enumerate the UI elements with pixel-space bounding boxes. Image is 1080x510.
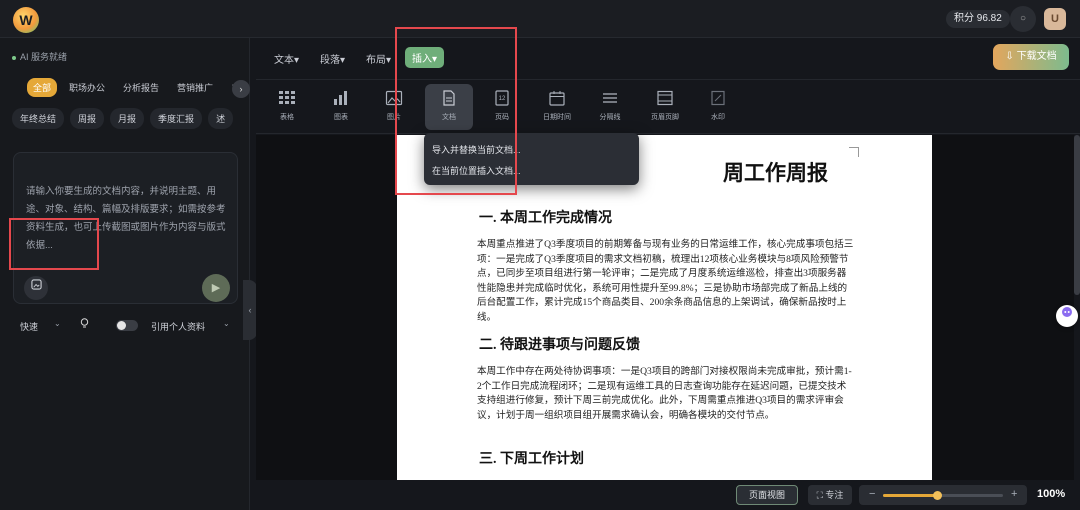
ai-status-label: AI 服务就绪 [20,52,68,62]
category-tab-marketing[interactable]: 营销推广 [171,78,219,97]
tool-datetime-label: 日期时间 [543,114,571,121]
send-button[interactable]: ▶ [202,274,230,302]
tool-divider-label: 分隔线 [599,114,621,121]
menu-bar: 文本▾ 段落▾ 布局▾ 插入▾ ⇩ 下载文档 [256,38,1080,80]
tool-watermark-label: 水印 [711,114,725,121]
section-body-1: 本周重点推进了Q3季度项目的前期筹备与现有业务的日常运维工作，核心完成事项包括三… [477,239,854,323]
section-heading-2: 二. 待跟进事项与问题反馈 [479,338,640,353]
chevron-right-icon[interactable]: › [232,80,250,98]
zoom-out-button[interactable]: − [869,488,875,500]
app-logo[interactable]: W [13,7,39,33]
assistant-icon [1062,307,1072,317]
tag-year-summary[interactable]: 年终总结 [12,108,65,129]
speed-select[interactable]: 快速 [20,320,38,333]
status-bar: 页面视图 ⛶ 专注 − + 100% [256,480,1080,510]
chevron-down-icon[interactable]: ⌄ [54,319,61,328]
header-footer-icon [657,90,673,106]
image-icon [30,279,42,290]
page-view-button[interactable]: 页面视图 [736,485,798,505]
focus-mode-button[interactable]: ⛶ 专注 [808,485,852,505]
lightbulb-icon [80,318,89,328]
status-dot-icon [12,55,16,60]
ai-status: AI 服务就绪 [12,50,67,63]
reference-toggle[interactable] [116,320,138,331]
tool-table[interactable]: 表格 [264,90,310,122]
tool-watermark[interactable]: 水印 [695,90,741,122]
download-button[interactable]: ⇩ 下载文档 [993,44,1069,70]
image-upload-icon[interactable] [24,276,48,300]
document-title-text: 周工作周报 [723,161,828,185]
tool-header-footer-label: 页眉页脚 [651,114,679,121]
top-bar: W 积分 96.82 ○ U [0,0,1080,38]
zoom-slider[interactable] [883,491,1003,500]
settings-icon[interactable]: ○ [1010,6,1036,32]
zoom-slider-fill [883,494,937,497]
template-tags: 年终总结 周报 月报 季度汇报 述 [12,108,234,129]
document-canvas: 周工作周报 一. 本周工作完成情况 本周重点推进了Q3季度项目的前期筹备与现有业… [256,135,1074,480]
page-corner-mark [849,147,859,157]
menu-text[interactable]: 文本▾ [274,51,299,66]
menu-layout[interactable]: 布局▾ [366,51,391,66]
tool-datetime[interactable]: 日期时间 [534,90,580,122]
calendar-icon [549,91,565,106]
points-badge[interactable]: 积分 96.82 [946,10,1010,28]
highlight-box-insert [395,27,517,195]
tool-header-footer[interactable]: 页眉页脚 [642,90,688,122]
chat-assistant-icon[interactable] [1056,305,1078,327]
tag-quarterly[interactable]: 季度汇报 [150,108,203,129]
tool-chart[interactable]: 图表 [318,90,364,122]
insert-toolbar: 表格 图表 图片 文档 12 页码 日期时间 分隔线 页眉页脚 水印 [256,80,1080,134]
category-tab-all[interactable]: 全部 [27,78,58,97]
zoom-slider-handle[interactable] [933,491,942,500]
category-tab-office[interactable]: 职场办公 [63,78,111,97]
tool-chart-label: 图表 [334,114,348,121]
divider-icon [603,93,617,103]
tag-weekly[interactable]: 周报 [70,108,105,129]
avatar[interactable]: U [1044,8,1066,30]
prompt-options: 快速 ⌄ 引用个人资料 ⌄ [20,318,235,334]
zoom-control: − + [859,485,1027,505]
logo-letter: W [19,12,33,28]
zoom-percent: 100% [1037,488,1066,500]
tag-partial[interactable]: 述 [208,108,234,129]
highlight-box-upload [9,218,99,270]
section-body-2: 本周工作中存在两处待协调事项：一是Q3项目的跨部门对接权限尚未完成审批，预计需1… [477,366,852,421]
collapse-panel-handle[interactable]: ‹ [243,280,257,340]
section-heading-1: 一. 本周工作完成情况 [479,211,612,226]
bulb-icon[interactable] [80,318,90,330]
vertical-scrollbar[interactable] [1074,135,1080,295]
tool-table-label: 表格 [280,114,294,121]
table-icon [279,91,295,104]
left-panel: AI 服务就绪 全部 职场办公 分析报告 营销推广 自 › 年终总结 周报 月报… [0,38,257,510]
category-tab-analysis[interactable]: 分析报告 [117,78,165,97]
tag-monthly[interactable]: 月报 [110,108,145,129]
chevron-down-icon[interactable]: ⌄ [223,319,230,328]
section-heading-3: 三. 下周工作计划 [479,452,584,467]
bar-chart-icon [334,91,347,105]
tool-divider[interactable]: 分隔线 [587,90,633,122]
watermark-icon [711,90,725,106]
menu-paragraph[interactable]: 段落▾ [320,51,345,66]
category-tabs: 全部 职场办公 分析报告 营销推广 自 [27,78,246,97]
zoom-in-button[interactable]: + [1011,488,1017,500]
reference-label: 引用个人资料 [151,322,206,332]
